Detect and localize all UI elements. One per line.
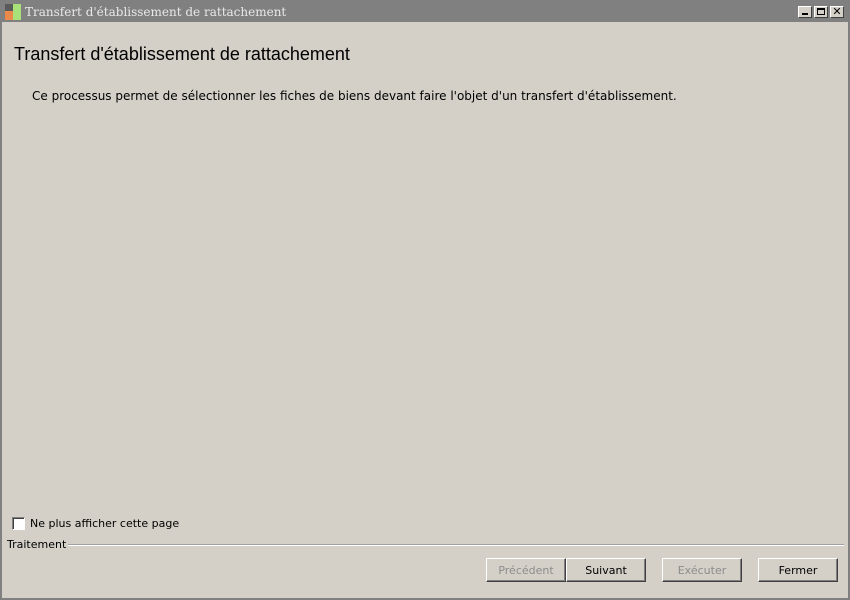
app-icon — [5, 4, 21, 20]
page-title: Transfert d'établissement de rattachemen… — [14, 44, 350, 64]
maximize-icon — [817, 8, 825, 15]
execute-button[interactable]: Exécuter — [662, 558, 742, 582]
dont-show-checkbox[interactable] — [12, 517, 25, 530]
window-title: Transfert d'établissement de rattachemen… — [25, 5, 287, 19]
minimize-icon — [802, 13, 808, 15]
title-bar[interactable]: Transfert d'établissement de rattachemen… — [2, 2, 848, 22]
maximize-button[interactable] — [814, 6, 828, 18]
window-controls: ✕ — [798, 5, 844, 18]
minimize-button[interactable] — [798, 6, 812, 18]
dont-show-option[interactable]: Ne plus afficher cette page — [12, 517, 179, 530]
previous-button[interactable]: Précédent — [486, 558, 566, 582]
close-icon: ✕ — [832, 5, 842, 18]
dont-show-label[interactable]: Ne plus afficher cette page — [30, 517, 179, 530]
next-button[interactable]: Suivant — [566, 558, 646, 582]
close-window-button[interactable]: ✕ — [830, 5, 844, 18]
close-button[interactable]: Fermer — [758, 558, 838, 582]
dialog-window: Transfert d'établissement de rattachemen… — [0, 0, 850, 600]
page-description: Ce processus permet de sélectionner les … — [32, 89, 677, 103]
group-label: Traitement — [7, 538, 69, 551]
group-divider — [62, 544, 844, 546]
